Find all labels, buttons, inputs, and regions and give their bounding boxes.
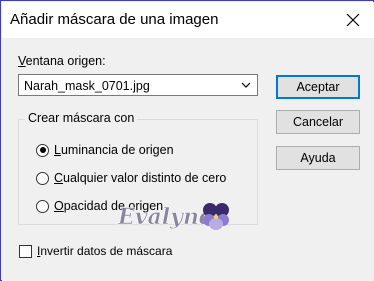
ok-button[interactable]: Aceptar [276, 75, 360, 99]
source-window-dropdown[interactable]: Narah_mask_0701.jpg [18, 74, 258, 96]
watermark-logo: Evalynda [117, 203, 229, 230]
close-icon [346, 13, 360, 27]
window-title: Añadir máscara de una imagen [10, 11, 219, 28]
dialog-body: Ventana origen: Narah_mask_0701.jpg Acep… [2, 38, 374, 281]
radio-indicator [36, 199, 49, 213]
radio-indicator [36, 171, 49, 185]
invert-mask-label: Invertir datos de máscara [37, 244, 173, 258]
invert-mask-checkbox[interactable]: Invertir datos de máscara [19, 244, 172, 258]
radio-any-nonzero[interactable]: Cualquier valor distinto de cero [36, 170, 226, 186]
source-window-value: Narah_mask_0701.jpg [24, 79, 150, 93]
dialog-window: Añadir máscara de una imagen Ventana ori… [0, 0, 374, 281]
mask-source-group-label: Crear máscara con [25, 111, 138, 125]
radio-luminance[interactable]: Luminancia de origen [36, 142, 174, 158]
cancel-button[interactable]: Cancelar [276, 110, 360, 134]
close-button[interactable] [338, 6, 368, 34]
source-window-label: Ventana origen: [18, 54, 106, 68]
chevron-down-icon [238, 77, 254, 93]
radio-luminance-label: Luminancia de origen [54, 143, 174, 157]
radio-indicator [36, 143, 49, 157]
radio-any-nonzero-label: Cualquier valor distinto de cero [54, 171, 227, 185]
checkbox-indicator [19, 244, 32, 258]
title-bar: Añadir máscara de una imagen [2, 2, 374, 38]
help-button[interactable]: Ayuda [276, 146, 360, 170]
